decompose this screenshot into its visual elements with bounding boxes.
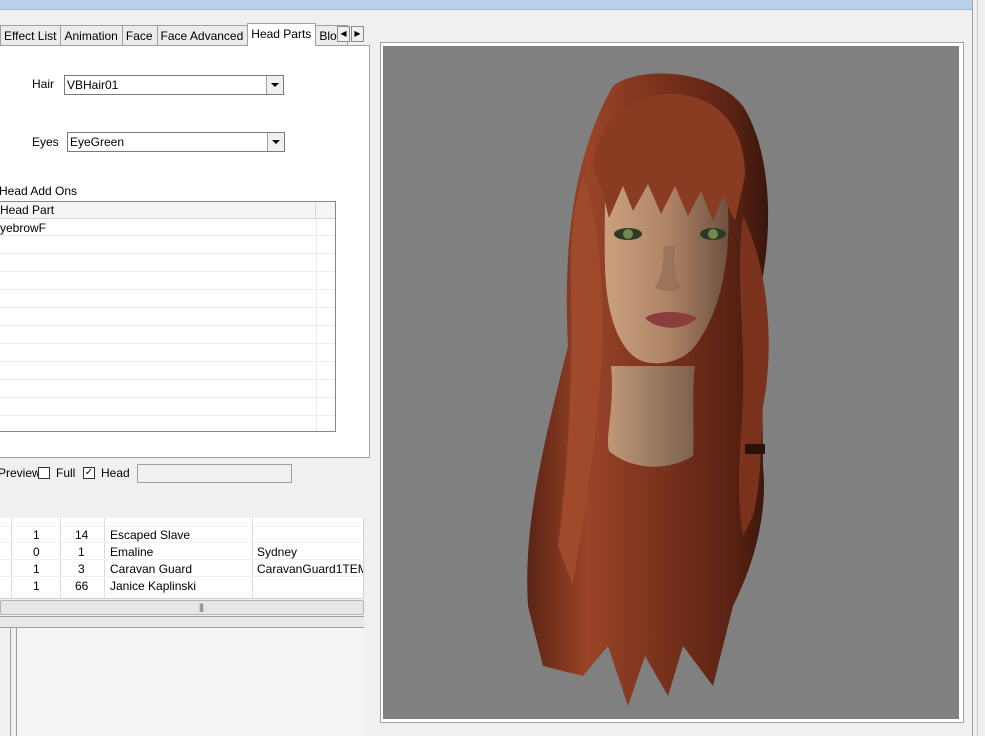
column-header-head-part[interactable]: Head Part bbox=[0, 203, 316, 218]
cell: 66 bbox=[75, 579, 89, 593]
tab-animation[interactable]: Animation bbox=[60, 25, 123, 46]
list-item-empty bbox=[0, 291, 335, 308]
head-label: Head bbox=[101, 466, 130, 480]
check-icon: ✓ bbox=[84, 467, 94, 478]
braid-band bbox=[745, 444, 765, 454]
tab-face-advanced[interactable]: Face Advanced bbox=[156, 25, 249, 46]
cell: 3 bbox=[78, 562, 85, 576]
list-item-empty bbox=[0, 237, 335, 254]
splitter-bar[interactable] bbox=[0, 616, 364, 628]
list-item-empty bbox=[0, 399, 335, 416]
hair-select-value: VBHair01 bbox=[67, 78, 119, 92]
head-add-ons-list[interactable]: Head Part yebrowF bbox=[0, 201, 336, 432]
list-item-empty bbox=[0, 309, 335, 326]
table-row[interactable]: 0 1 Emaline Sydney bbox=[0, 543, 363, 560]
iris-left bbox=[623, 229, 633, 239]
list-item[interactable]: yebrowF bbox=[0, 219, 335, 236]
chevron-down-icon[interactable] bbox=[267, 133, 284, 151]
list-item-label: yebrowF bbox=[0, 221, 47, 235]
chevron-down-icon[interactable] bbox=[266, 76, 283, 94]
cell-name: Emaline bbox=[110, 545, 154, 559]
cell: Sydney bbox=[257, 545, 298, 559]
list-item-empty bbox=[0, 363, 335, 380]
list-item-empty bbox=[0, 255, 335, 272]
preview-progress-box bbox=[137, 464, 292, 483]
divider bbox=[10, 628, 11, 736]
head-checkbox[interactable]: ✓ bbox=[83, 467, 95, 479]
cell-name: Caravan Guard bbox=[110, 562, 193, 576]
cell-name: Escaped Slave bbox=[110, 528, 191, 542]
table-row[interactable]: 1 3 Caravan Guard CaravanGuard1TEMP bbox=[0, 560, 364, 577]
list-header: Head Part bbox=[0, 202, 335, 219]
eyes-select-value: EyeGreen bbox=[70, 135, 125, 149]
table-horizontal-scrollbar[interactable]: ||| bbox=[0, 598, 364, 615]
eyes-label: Eyes bbox=[32, 135, 59, 149]
hair-label: Hair bbox=[32, 77, 55, 91]
cell: CaravanGuard1TEMP bbox=[257, 562, 364, 576]
cell: 0 bbox=[33, 545, 40, 559]
cell: 1 bbox=[78, 545, 85, 559]
preview-label: Preview bbox=[0, 466, 41, 480]
tab-scroll-buttons: ◀ ▶ bbox=[337, 26, 365, 42]
full-label: Full bbox=[56, 466, 76, 480]
tab-head-parts[interactable]: Head Parts bbox=[247, 23, 317, 46]
cell: 1 bbox=[33, 562, 40, 576]
hair-select[interactable]: VBHair01 bbox=[64, 75, 284, 95]
cell-name: Janice Kaplinski bbox=[110, 579, 197, 593]
eyes-select[interactable]: EyeGreen bbox=[67, 132, 285, 152]
full-checkbox[interactable] bbox=[38, 467, 50, 479]
neck bbox=[608, 366, 695, 467]
window-right-border bbox=[972, 0, 985, 736]
cell: 14 bbox=[75, 528, 89, 542]
head-render bbox=[527, 73, 769, 706]
column-header-blank[interactable] bbox=[317, 203, 335, 218]
list-item-empty bbox=[0, 273, 335, 290]
tab-scroll-left-icon[interactable]: ◀ bbox=[337, 26, 350, 42]
tab-scroll-right-icon[interactable]: ▶ bbox=[351, 26, 364, 42]
tab-effect-list[interactable]: Effect List bbox=[0, 25, 62, 46]
head-parts-panel: Hair VBHair01 Eyes EyeGreen Head Add Ons… bbox=[0, 45, 370, 458]
cell: 1 bbox=[33, 528, 40, 542]
tab-strip: Effect List Animation Face Face Advanced… bbox=[0, 23, 349, 46]
table-row[interactable]: 1 66 Janice Kaplinski bbox=[0, 577, 363, 594]
cell: 1 bbox=[33, 579, 40, 593]
tab-face[interactable]: Face bbox=[121, 25, 158, 46]
window-title-strip bbox=[0, 0, 985, 10]
scrollbar-thumb[interactable] bbox=[0, 600, 364, 615]
table-row[interactable]: 1 14 Escaped Slave bbox=[0, 526, 363, 543]
list-item-empty bbox=[0, 381, 335, 398]
lower-pane bbox=[0, 628, 364, 736]
npc-table[interactable]: 1 14 Escaped Slave 0 1 Emaline Sydney 1 … bbox=[0, 518, 364, 598]
head-preview-viewport[interactable] bbox=[383, 46, 959, 719]
grip-icon: ||| bbox=[199, 602, 204, 612]
lower-frame bbox=[16, 628, 364, 736]
head-add-ons-label: Head Add Ons bbox=[0, 184, 78, 198]
list-item-empty bbox=[0, 345, 335, 362]
iris-right bbox=[708, 229, 718, 239]
list-item-empty bbox=[0, 327, 335, 344]
